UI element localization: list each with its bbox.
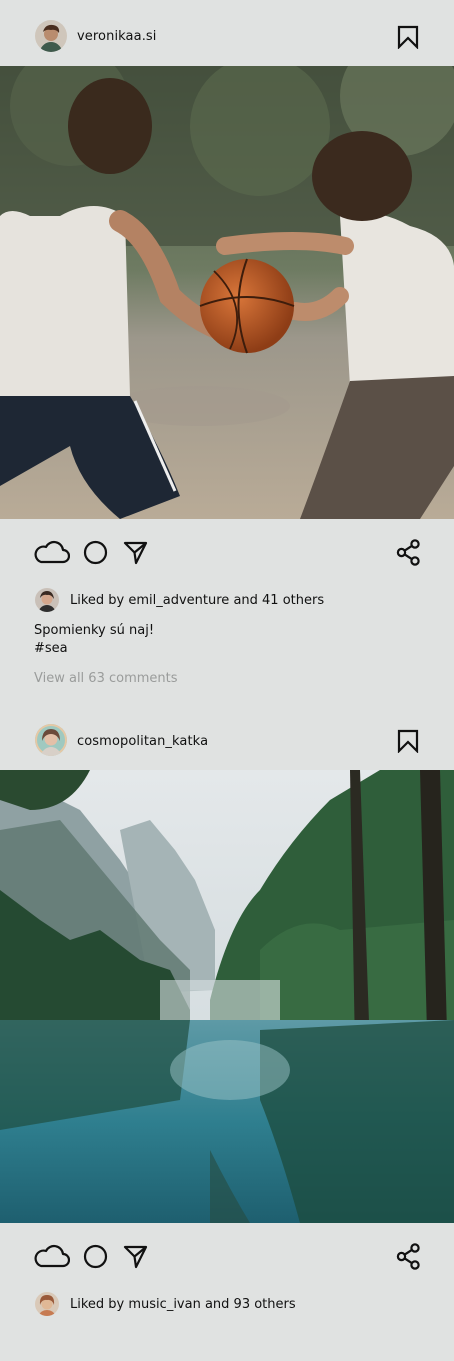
liker-avatar[interactable] — [35, 1292, 59, 1316]
liker-avatar[interactable] — [35, 588, 59, 612]
likes-text[interactable]: Liked by emil_adventure and 41 others — [70, 593, 324, 608]
comment-circle-icon[interactable] — [83, 540, 108, 565]
avatar[interactable] — [35, 724, 67, 756]
caption-text: Spomienky sú naj! — [34, 623, 155, 638]
post-photo[interactable] — [0, 770, 454, 1223]
view-comments-link[interactable]: View all 63 comments — [34, 671, 178, 686]
post-username[interactable]: cosmopolitan_katka — [77, 734, 208, 749]
send-icon[interactable] — [123, 540, 148, 565]
send-icon[interactable] — [123, 1244, 148, 1269]
likes-text[interactable]: Liked by music_ivan and 93 others — [70, 1297, 296, 1312]
post-caption: Spomienky sú naj! #sea — [34, 622, 154, 658]
share-icon[interactable] — [396, 539, 421, 566]
hashtag-link[interactable]: #sea — [34, 640, 154, 658]
cloud-icon[interactable] — [34, 539, 70, 565]
post-header: veronikaa.si — [0, 0, 454, 66]
bookmark-icon[interactable] — [397, 729, 419, 753]
post-header: cosmopolitan_katka — [0, 706, 454, 772]
bookmark-icon[interactable] — [397, 25, 419, 49]
post-photo[interactable] — [0, 66, 454, 519]
post-username[interactable]: veronikaa.si — [77, 29, 157, 44]
cloud-icon[interactable] — [34, 1243, 70, 1269]
comment-circle-icon[interactable] — [83, 1244, 108, 1269]
share-icon[interactable] — [396, 1243, 421, 1270]
avatar[interactable] — [35, 20, 67, 52]
